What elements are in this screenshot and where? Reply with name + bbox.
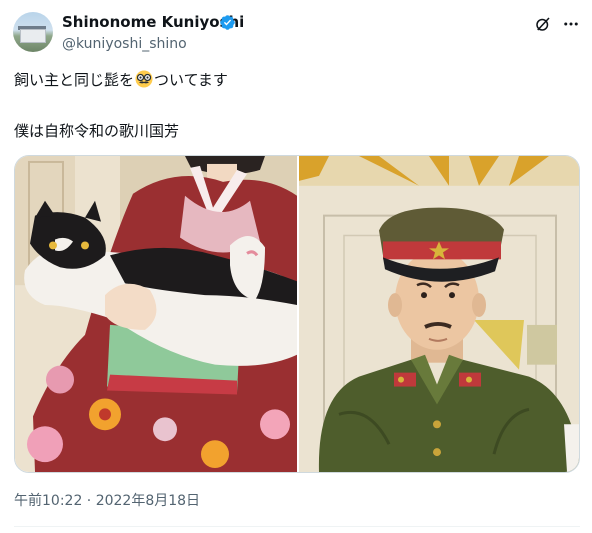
tweet-media[interactable] xyxy=(14,155,580,473)
tweet-text-segment: 飼い主と同じ髭を xyxy=(14,71,135,89)
more-icon[interactable] xyxy=(561,15,581,33)
avatar-building xyxy=(20,29,46,43)
nerd-glasses-mustache-emoji-icon xyxy=(135,70,153,88)
tweet-text-line-2: 僕は自称令和の歌川国芳 xyxy=(14,122,180,140)
military-officer-illustration xyxy=(299,156,579,472)
tweet-timestamp[interactable]: 午前10:22 · 2022年8月18日 xyxy=(14,492,200,510)
divider xyxy=(14,526,580,527)
kimono-girl-cat-illustration xyxy=(15,156,297,472)
author-display-name[interactable]: Shinonome Kuniyoshi xyxy=(62,13,244,32)
author-handle[interactable]: @kuniyoshi_shino xyxy=(62,35,187,53)
tweet-text-segment: ついてます xyxy=(154,71,228,89)
tweet: Shinonome Kuniyoshi @kuniyoshi_shino 飼い主… xyxy=(0,0,592,533)
military-officer-image[interactable] xyxy=(299,156,579,472)
tweet-text-line-1: 飼い主と同じ髭を ついてます xyxy=(14,70,228,90)
verified-badge-icon xyxy=(220,15,235,30)
grok-icon[interactable] xyxy=(534,15,552,33)
kimono-girl-cat-image[interactable] xyxy=(15,156,297,472)
avatar[interactable] xyxy=(13,12,53,52)
